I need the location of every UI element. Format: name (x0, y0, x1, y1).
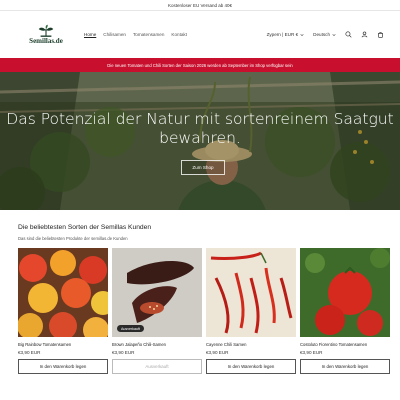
section-subtitle: Das sind die beliebtesten Produkte der s… (18, 236, 128, 241)
season-announcement-text: Die neuen Tomaten und Chili Sorten der S… (107, 62, 293, 68)
product-image[interactable]: Ausverkauft (112, 248, 202, 337)
product-card[interactable]: Ausverkauft Brown Jalapeño Chili-Samen €… (112, 248, 202, 374)
logo-text: Semillas.de (29, 37, 63, 45)
product-price: €3,90 EUR (112, 350, 135, 355)
nav-home[interactable]: Home (84, 32, 96, 37)
product-card[interactable]: Cayenne Chili Samen €3,90 EUR In den War… (206, 248, 296, 374)
product-card[interactable]: Costoluto Fiorentino Tomatensamen €3,90 … (300, 248, 390, 374)
logo-plant-icon (38, 24, 54, 37)
section-title: Die beliebtesten Sorten der Semillas Kun… (18, 224, 152, 231)
product-grid: Big Rainbow Tomatensamen €3,90 EUR In de… (18, 248, 390, 374)
featured-products-section: Die beliebtesten Sorten der Semillas Kun… (0, 224, 400, 374)
sold-out-badge: Ausverkauft (117, 325, 144, 332)
hero-banner: Das Potenzial der Natur mit sortenreinem… (0, 72, 400, 210)
language-selector[interactable]: Deutsch (313, 32, 336, 37)
logo[interactable]: Semillas.de (28, 24, 64, 45)
product-image[interactable] (18, 248, 108, 337)
nav-kontakt[interactable]: Kontakt (171, 32, 187, 37)
add-to-cart-button[interactable]: In den Warenkorb legen (206, 359, 296, 374)
sold-out-button: Ausverkauft (112, 359, 202, 374)
product-image[interactable] (206, 248, 296, 337)
hero-title: Das Potenzial der Natur mit sortenreinem… (6, 110, 394, 147)
site-header: Semillas.de Home Chilisamen Tomatensamen… (0, 11, 400, 58)
tomatoes-image (18, 248, 108, 337)
product-card[interactable]: Big Rainbow Tomatensamen €3,90 EUR In de… (18, 248, 108, 374)
chevron-down-icon (332, 33, 336, 36)
costoluto-image (300, 248, 390, 337)
cart-icon[interactable] (377, 31, 384, 38)
nav-chilisamen[interactable]: Chilisamen (103, 32, 126, 37)
language-label: Deutsch (313, 32, 330, 37)
country-selector[interactable]: Zypern | EUR € (267, 32, 305, 37)
main-nav: Home Chilisamen Tomatensamen Kontakt (84, 32, 187, 37)
header-actions: Zypern | EUR € Deutsch (267, 31, 384, 38)
chevron-down-icon (300, 33, 304, 36)
account-icon[interactable] (361, 31, 368, 38)
add-to-cart-button[interactable]: In den Warenkorb legen (300, 359, 390, 374)
product-name[interactable]: Cayenne Chili Samen (206, 342, 296, 347)
season-announcement: Die neuen Tomaten und Chili Sorten der S… (0, 58, 400, 72)
product-name[interactable]: Brown Jalapeño Chili-Samen (112, 342, 202, 347)
country-label: Zypern | EUR € (266, 32, 299, 37)
shop-button[interactable]: Zum Shop (181, 160, 225, 175)
search-icon[interactable] (345, 31, 352, 38)
cayenne-image (206, 248, 296, 337)
announcement-bar: Kostenloser EU Versand ab 40€ (0, 0, 400, 11)
product-price: €3,90 EUR (300, 350, 323, 355)
jalapeno-image (112, 248, 202, 337)
announcement-text: Kostenloser EU Versand ab 40€ (167, 2, 233, 8)
nav-tomatensamen[interactable]: Tomatensamen (133, 32, 164, 37)
product-image[interactable] (300, 248, 390, 337)
product-name[interactable]: Big Rainbow Tomatensamen (18, 342, 108, 347)
product-price: €3,90 EUR (206, 350, 229, 355)
add-to-cart-button[interactable]: In den Warenkorb legen (18, 359, 108, 374)
product-name[interactable]: Costoluto Fiorentino Tomatensamen (300, 342, 390, 347)
product-price: €3,90 EUR (18, 350, 41, 355)
